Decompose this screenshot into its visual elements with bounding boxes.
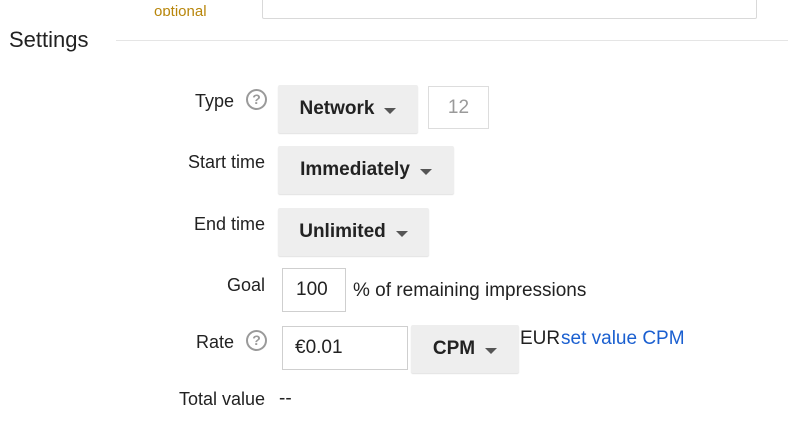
goal-input[interactable]: 100 (282, 268, 346, 312)
rate-label: Rate (195, 332, 234, 352)
rate-unit-value: CPM (432, 338, 476, 359)
chevron-down-icon (395, 230, 408, 237)
chevron-down-icon (384, 107, 397, 114)
optional-label: optional (154, 3, 207, 16)
type-dropdown-value: Network (299, 98, 375, 119)
start-time-dropdown[interactable]: Immediately (278, 146, 454, 194)
rate-unit-dropdown[interactable]: CPM (411, 325, 519, 373)
goal-suffix-text: % of remaining impressions (353, 280, 587, 301)
chevron-down-icon (419, 168, 432, 175)
set-value-cpm-link[interactable]: set value CPM (561, 328, 685, 350)
section-divider (116, 40, 788, 41)
start-time-dropdown-value: Immediately (300, 159, 410, 180)
type-label: Type (194, 91, 234, 111)
section-title: Settings (9, 27, 89, 52)
total-value-label: Total value (178, 389, 265, 409)
goal-input-value: 100 (296, 279, 328, 300)
end-time-dropdown-value: Unlimited (299, 221, 386, 242)
type-number-field[interactable]: 12 (428, 86, 489, 129)
end-time-label: End time (193, 214, 265, 234)
end-time-dropdown[interactable]: Unlimited (278, 208, 429, 256)
goal-label: Goal (226, 275, 265, 295)
help-circle-icon[interactable]: ? (246, 330, 267, 351)
help-circle-icon[interactable]: ? (246, 89, 267, 110)
chevron-down-icon (485, 347, 498, 354)
type-number-value: 12 (447, 96, 470, 118)
top-text-input[interactable] (262, 0, 757, 19)
start-time-label: Start time (187, 152, 265, 172)
total-value-text: -- (279, 388, 292, 409)
rate-input-value: €0.01 (295, 337, 343, 358)
rate-input[interactable]: €0.01 (282, 326, 408, 370)
currency-label: EUR (520, 328, 561, 349)
type-dropdown[interactable]: Network (278, 85, 418, 133)
